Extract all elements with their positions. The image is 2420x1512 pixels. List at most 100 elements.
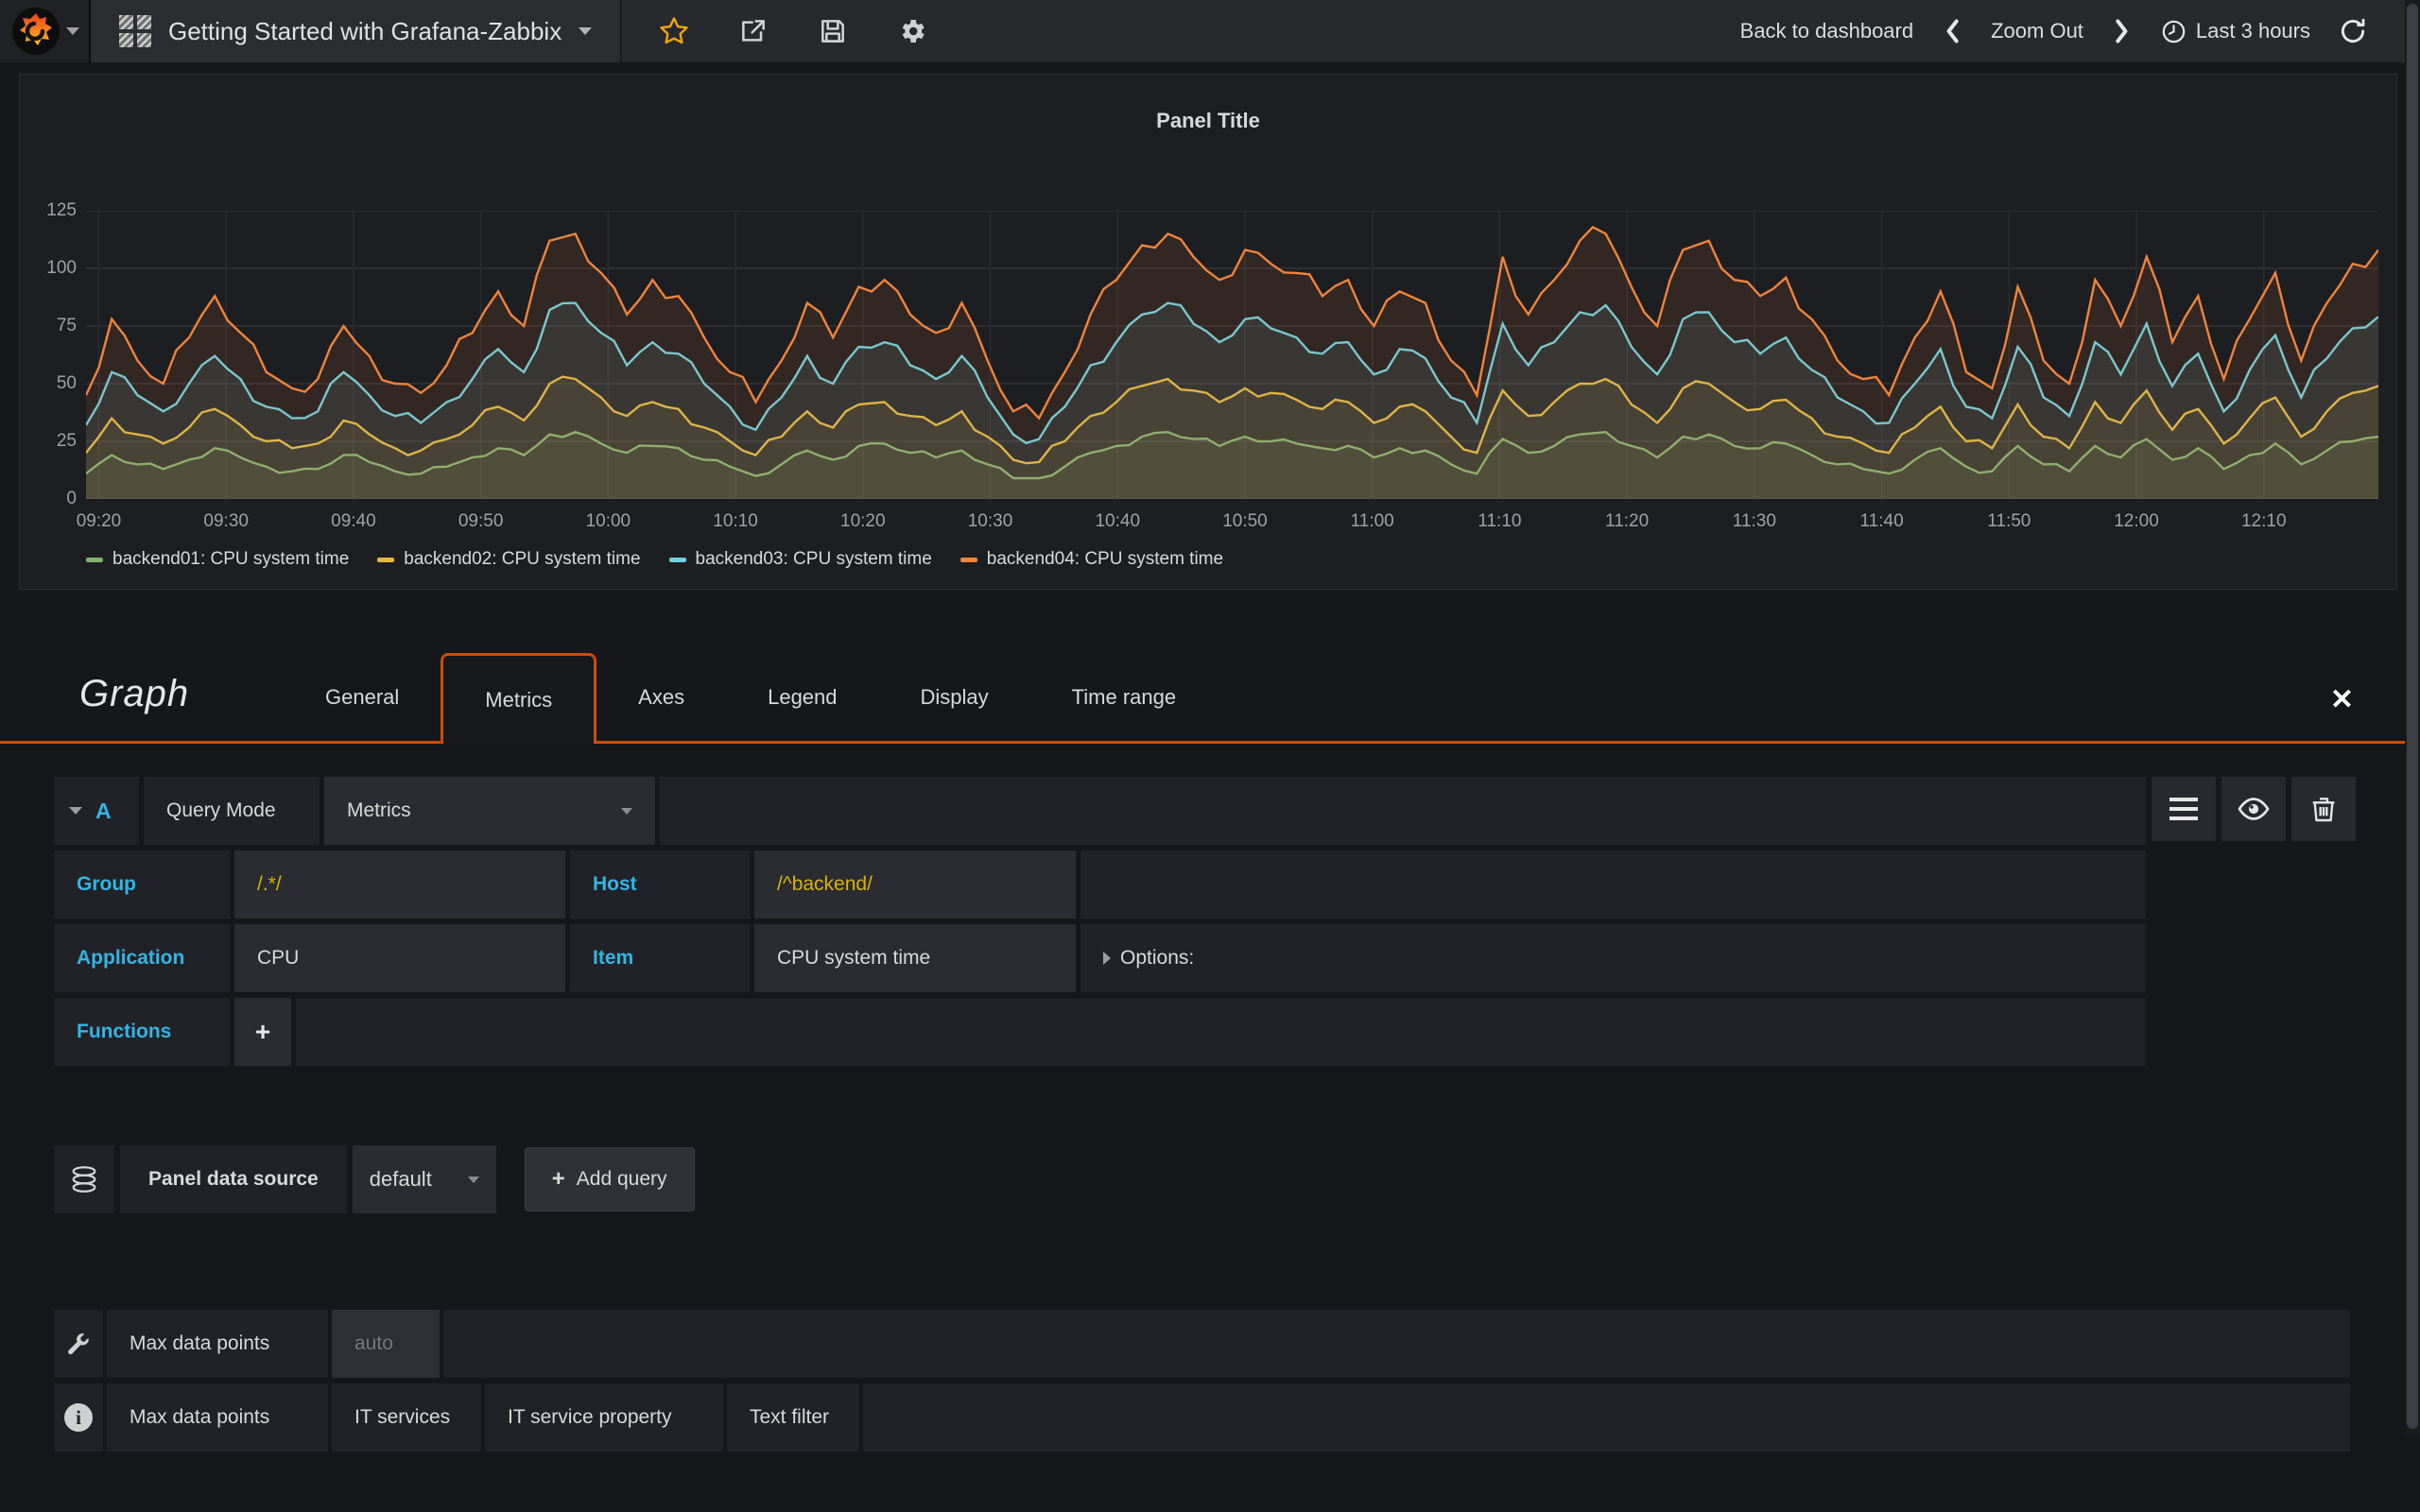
chart-legend: backend01: CPU system time backend02: CPU… — [86, 549, 1223, 570]
query-mode-select[interactable]: Metrics — [324, 777, 655, 845]
panel-title[interactable]: Panel Title — [20, 109, 2396, 133]
application-label: Application — [54, 924, 230, 992]
grafana-logo-menu[interactable] — [0, 0, 91, 62]
grafana-logo-icon — [11, 7, 60, 56]
dropdown-caret-icon — [621, 808, 632, 815]
x-tick-label: 10:00 — [565, 511, 650, 532]
time-picker-button[interactable]: Last 3 hours — [2161, 19, 2310, 44]
host-label: Host — [570, 850, 750, 919]
group-row-filler — [1080, 850, 2146, 919]
query-row-a: A Query Mode Metrics — [54, 777, 2146, 845]
y-tick-label: 125 — [22, 200, 77, 221]
functions-label: Functions — [54, 998, 230, 1066]
item-input[interactable]: CPU system time — [754, 924, 1076, 992]
query-action-buttons — [2152, 777, 2356, 841]
options-toggle[interactable]: Options: — [1080, 924, 2146, 992]
chevron-left-icon[interactable] — [1942, 18, 1962, 44]
add-function-button[interactable]: + — [234, 998, 291, 1066]
panel-type-label: Graph — [79, 673, 189, 715]
application-item-row: Application CPU Item CPU system time Opt… — [54, 924, 2146, 992]
x-tick-label: 09:40 — [311, 511, 396, 532]
host-input[interactable]: /^backend/ — [754, 850, 1076, 919]
max-data-points-input[interactable]: auto — [332, 1310, 440, 1378]
application-input[interactable]: CPU — [234, 924, 565, 992]
editor-tabs: GeneralMetricsAxesLegendDisplayTime rang… — [284, 653, 1218, 741]
chevron-right-icon[interactable] — [2112, 18, 2133, 44]
save-icon[interactable] — [805, 0, 860, 62]
item-label: Item — [570, 924, 750, 992]
scrollbar-thumb[interactable] — [2407, 4, 2418, 1429]
chart-plot[interactable] — [86, 211, 2378, 499]
add-query-button[interactable]: + Add query — [525, 1147, 695, 1211]
logo-caret-icon — [66, 27, 79, 35]
max-data-points-filler — [443, 1310, 2350, 1378]
navbar-right-controls: Back to dashboard Zoom Out Last 3 hours — [1740, 0, 2420, 62]
x-tick-label: 10:10 — [693, 511, 778, 532]
tab-display[interactable]: Display — [879, 653, 1030, 741]
info-cell-text-filter[interactable]: Text filter — [727, 1383, 859, 1452]
info-row: i Max data pointsIT servicesIT service p… — [54, 1383, 2350, 1452]
info-cell-it-services[interactable]: IT services — [332, 1383, 481, 1452]
x-tick-label: 11:00 — [1330, 511, 1415, 532]
legend-label: backend03: CPU system time — [696, 549, 932, 570]
legend-item-4[interactable]: backend04: CPU system time — [960, 549, 1223, 570]
info-cells: Max data pointsIT servicesIT service pro… — [107, 1383, 2350, 1452]
tab-legend[interactable]: Legend — [726, 653, 878, 741]
legend-item-1[interactable]: backend01: CPU system time — [86, 549, 349, 570]
y-tick-label: 100 — [22, 258, 77, 279]
x-tick-label: 11:30 — [1712, 511, 1797, 532]
info-cell-it-service-property[interactable]: IT service property — [485, 1383, 723, 1452]
chart-plot-svg — [86, 211, 2378, 499]
legend-swatch — [669, 558, 686, 562]
dashboard-title-dropdown[interactable]: Getting Started with Grafana-Zabbix — [91, 0, 622, 62]
time-range-label: Last 3 hours — [2196, 19, 2310, 43]
legend-item-3[interactable]: backend03: CPU system time — [669, 549, 932, 570]
plus-icon: + — [552, 1166, 565, 1193]
group-host-row: Group /.*/ Host /^backend/ — [54, 850, 2146, 919]
title-caret-icon — [579, 27, 592, 35]
info-cell-max-data-points[interactable]: Max data points — [107, 1383, 328, 1452]
legend-label: backend04: CPU system time — [987, 549, 1223, 570]
tab-metrics[interactable]: Metrics — [441, 653, 596, 744]
dashboard-grid-icon — [119, 15, 151, 47]
query-toggle-visibility-button[interactable] — [2221, 777, 2286, 841]
x-tick-label: 10:50 — [1202, 511, 1288, 532]
back-to-dashboard-button[interactable]: Back to dashboard — [1740, 19, 1913, 43]
info-row-filler — [863, 1383, 2350, 1452]
query-collapse-toggle[interactable]: A — [54, 777, 139, 845]
query-menu-button[interactable] — [2152, 777, 2216, 841]
trash-icon — [2308, 794, 2339, 824]
graph-panel: Panel Title 0255075100125 09:2009:3009:4… — [19, 74, 2397, 590]
query-delete-button[interactable] — [2291, 777, 2356, 841]
y-tick-label: 25 — [22, 431, 77, 452]
menu-icon — [2169, 798, 2198, 820]
refresh-icon[interactable] — [2339, 17, 2367, 45]
legend-swatch — [960, 558, 977, 562]
max-data-points-label: Max data points — [107, 1310, 328, 1378]
group-input[interactable]: /.*/ — [234, 850, 565, 919]
datasource-select[interactable]: default — [353, 1145, 496, 1213]
collapse-caret-icon — [69, 807, 82, 815]
info-icon: i — [54, 1383, 103, 1452]
dropdown-caret-icon — [468, 1177, 479, 1183]
grafana-app: Getting Started with Grafana-Zabbix Back… — [0, 0, 2420, 1512]
max-data-points-row: Max data points auto — [54, 1310, 2350, 1378]
x-tick-label: 09:30 — [183, 511, 268, 532]
options-expand-icon — [1103, 952, 1111, 965]
x-tick-label: 10:20 — [821, 511, 906, 532]
share-icon[interactable] — [726, 0, 781, 62]
database-icon — [54, 1145, 114, 1213]
zoom-out-button[interactable]: Zoom Out — [1991, 19, 2083, 43]
scrollbar-track[interactable] — [2405, 0, 2420, 1436]
tab-general[interactable]: General — [284, 653, 441, 741]
tab-time-range[interactable]: Time range — [1030, 653, 1218, 741]
top-navbar: Getting Started with Grafana-Zabbix Back… — [0, 0, 2420, 62]
datasource-row: Panel data source default + Add query — [54, 1145, 695, 1213]
group-label: Group — [54, 850, 230, 919]
tab-axes[interactable]: Axes — [596, 653, 726, 741]
x-tick-label: 11:10 — [1457, 511, 1542, 532]
gear-icon[interactable] — [885, 0, 940, 62]
close-icon[interactable]: ✕ — [2330, 686, 2354, 714]
legend-item-2[interactable]: backend02: CPU system time — [377, 549, 640, 570]
star-icon[interactable] — [647, 0, 701, 62]
